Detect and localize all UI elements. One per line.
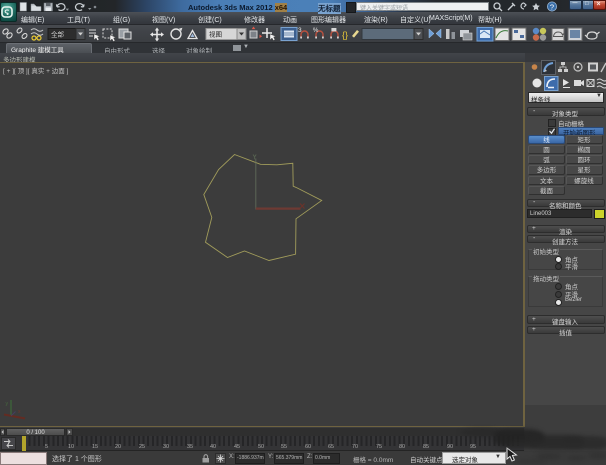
svg-text:视图: 视图 bbox=[209, 30, 222, 39]
svg-text:%: % bbox=[313, 28, 319, 34]
svg-text:3: 3 bbox=[298, 27, 302, 34]
svg-text:x: x bbox=[18, 409, 21, 415]
svg-text:?: ? bbox=[550, 2, 554, 11]
svg-text:{}: {} bbox=[342, 30, 348, 40]
svg-text:全部: 全部 bbox=[51, 30, 65, 39]
svg-text:y: y bbox=[6, 401, 9, 407]
